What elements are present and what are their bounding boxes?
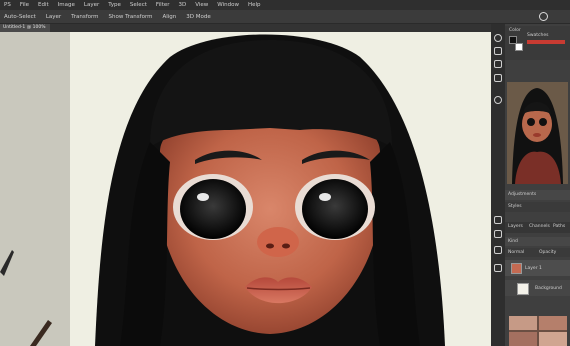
blend-mode-select[interactable]: Normal [508, 250, 524, 255]
color-slider[interactable] [527, 40, 565, 44]
option-show-transform[interactable]: Show Transform [109, 14, 153, 20]
menu-edit[interactable]: Edit [38, 2, 49, 8]
menu-help[interactable]: Help [248, 2, 261, 8]
tab-layers[interactable]: Layers [508, 224, 523, 229]
channels-icon[interactable] [494, 230, 502, 238]
styles-label: Styles [508, 204, 522, 209]
menu-3d[interactable]: 3D [179, 2, 187, 8]
option-transform[interactable]: Transform [71, 14, 98, 20]
layers-icon[interactable] [494, 216, 502, 224]
right-panel: Color Swatches Adjustments Styles Layers… [505, 24, 570, 346]
pattern-preview[interactable] [509, 316, 567, 346]
pattern-tile [539, 332, 567, 346]
pattern-tile [539, 316, 567, 330]
pattern-tile [509, 316, 537, 330]
menu-image[interactable]: Image [58, 2, 75, 8]
kind-label[interactable]: Kind [508, 239, 518, 244]
brush-settings-icon[interactable] [494, 60, 502, 68]
menu-filter[interactable]: Filter [156, 2, 170, 8]
layer-name: Layer 1 [525, 266, 542, 271]
properties-icon[interactable] [494, 47, 502, 55]
option-layer[interactable]: Layer [46, 14, 61, 20]
tab-strip [50, 24, 491, 32]
menu-type[interactable]: Type [108, 2, 121, 8]
layer-thumbnail [511, 263, 522, 274]
adjustments-label: Adjustments [508, 192, 537, 197]
option-align[interactable]: Align [162, 14, 176, 20]
navigator-thumbnail [507, 82, 568, 184]
menu-view[interactable]: View [195, 2, 208, 8]
panel-tool-strip [491, 24, 505, 346]
opacity-label[interactable]: Opacity [539, 250, 556, 255]
menu-layer[interactable]: Layer [84, 2, 99, 8]
option-auto-select[interactable]: Auto-Select [4, 14, 36, 20]
pattern-tile [509, 332, 537, 346]
artwork-image [0, 32, 491, 346]
clone-source-icon[interactable] [494, 74, 502, 82]
options-bar: Auto-Select Layer Transform Show Transfo… [0, 10, 570, 24]
navigator-preview[interactable] [507, 82, 568, 184]
menu-bar: PS File Edit Image Layer Type Select Fil… [0, 0, 570, 10]
menu-window[interactable]: Window [217, 2, 239, 8]
background-layer-name: Background [535, 286, 562, 291]
tab-paths[interactable]: Paths [553, 224, 565, 229]
document-tab[interactable]: Untitled-1 @ 100% [0, 24, 50, 32]
option-3d-mode[interactable]: 3D Mode [186, 14, 210, 20]
canvas[interactable] [0, 32, 491, 346]
color-label: Color [509, 28, 521, 33]
adjustments-icon[interactable] [494, 264, 502, 272]
history-icon[interactable] [494, 34, 502, 42]
tab-channels[interactable]: Channels [529, 224, 550, 229]
search-icon[interactable] [539, 12, 548, 21]
menu-select[interactable]: Select [130, 2, 147, 8]
navigator-icon[interactable] [494, 96, 502, 104]
menu-logo[interactable]: PS [4, 2, 11, 8]
menu-file[interactable]: File [20, 2, 29, 8]
swatches-label: Swatches [527, 33, 549, 38]
background-thumbnail [517, 283, 529, 295]
paths-icon[interactable] [494, 246, 502, 254]
background-color-swatch[interactable] [515, 43, 523, 51]
